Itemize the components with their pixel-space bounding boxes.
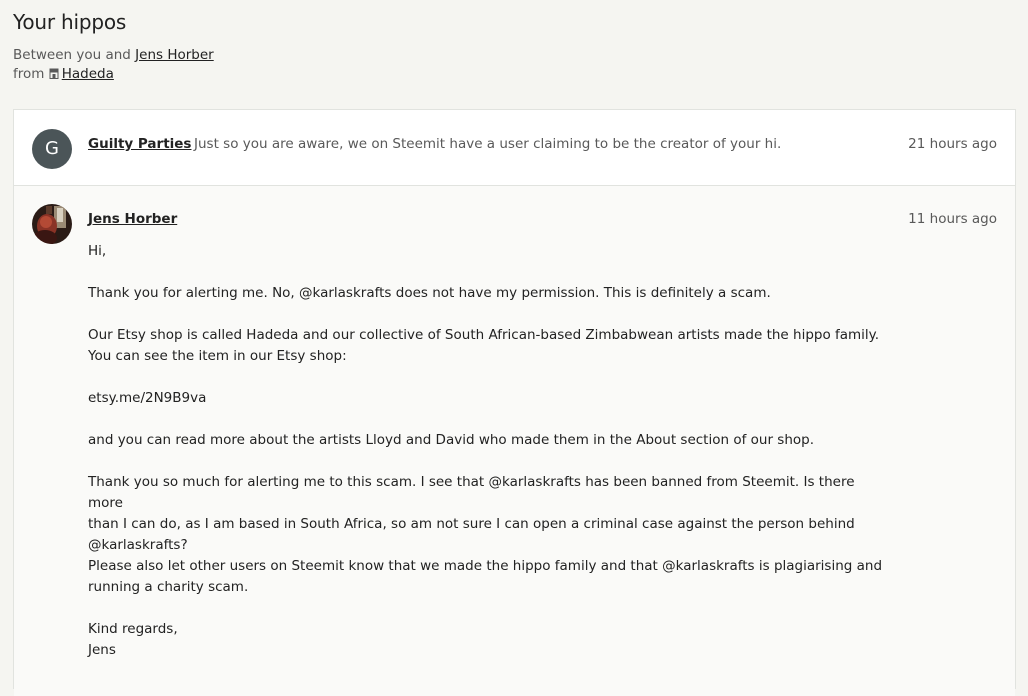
message-thread: G Guilty Parties Just so you are aware, … [13,109,1016,696]
message-paragraph: Please also let other users on Steemit k… [88,558,883,595]
message-expanded: Jens Horber 11 hours ago Hi, Thank you f… [14,186,1015,696]
participant-link[interactable]: Jens Horber [135,47,214,63]
message-timestamp: 11 hours ago [908,211,997,227]
avatar [32,204,72,244]
message-paragraph: etsy.me/2N9B9va [88,390,207,406]
conversation-shop: from Hadeda [13,66,114,82]
sender-link[interactable]: Jens Horber [88,211,177,227]
message-paragraph: Kind regards, Jens [88,621,178,658]
message-timestamp: 21 hours ago [908,136,997,152]
message-paragraph: Our Etsy shop is called Hadeda and our c… [88,327,880,364]
avatar: G [32,129,72,169]
message-paragraph: and you can read more about the artists … [88,432,814,448]
message-paragraph: Hi, [88,243,107,259]
message-paragraph: Thank you for alerting me. No, @karlaskr… [88,285,771,301]
sender-link[interactable]: Guilty Parties [88,136,191,152]
message-preview: Just so you are aware, we on Steemit hav… [194,136,782,152]
shop-link-label: Hadeda [61,66,114,82]
shop-icon [49,67,59,79]
conversation-participants: Between you and Jens Horber [13,47,214,63]
shop-link[interactable]: Hadeda [49,66,114,82]
message-paragraph: Thank you so much for alerting me to thi… [88,474,855,553]
between-prefix: Between you and [13,47,131,63]
message-collapsed[interactable]: G Guilty Parties Just so you are aware, … [14,110,1015,186]
page-title: Your hippos [13,10,127,34]
from-prefix: from [13,66,45,82]
